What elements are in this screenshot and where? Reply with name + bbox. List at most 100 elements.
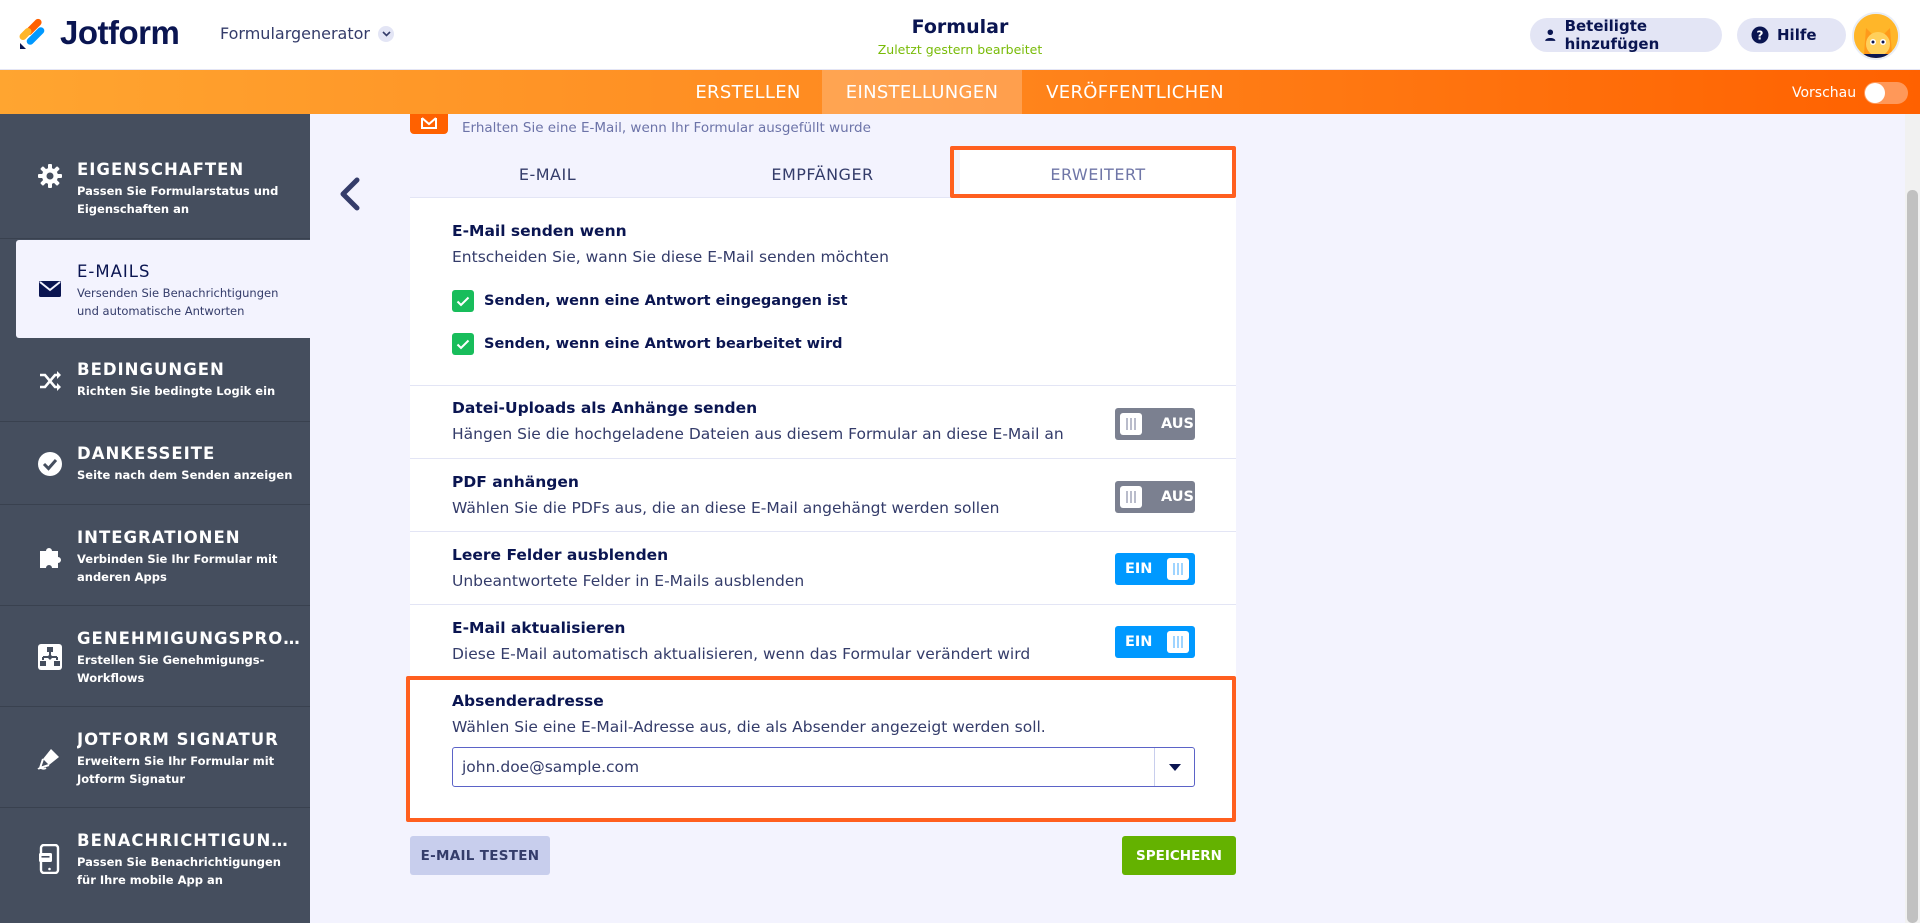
svg-text:?: ? — [1757, 29, 1764, 43]
sidebar-item-desc: Versenden Sie Benachrichtigungen und aut… — [77, 286, 279, 318]
email-notification-icon — [410, 114, 448, 134]
toggle-knob — [1120, 486, 1142, 508]
sidebar-item-jotform-signatur[interactable]: JOTFORM SIGNATUR Erweitern Sie Ihr Formu… — [0, 708, 310, 808]
sidebar-item-dankesseite[interactable]: DANKESSEITE Seite nach dem Senden anzeig… — [0, 423, 310, 505]
sidebar-item-bedingungen[interactable]: BEDINGUNGEN Richten Sie bedingte Logik e… — [0, 339, 310, 422]
send-on-edit-label: Senden, wenn eine Antwort bearbeitet wir… — [484, 336, 843, 352]
attach-pdf-section: PDF anhängen Wählen Sie die PDFs aus, di… — [410, 459, 1236, 532]
advanced-settings-panel: E-Mail senden wenn Entscheiden Sie, wann… — [410, 198, 1236, 820]
user-avatar[interactable] — [1852, 12, 1900, 60]
sidebar-item-benachrichtigungen[interactable]: BENACHRICHTIGUNGEN Passen Sie Benachrich… — [0, 809, 310, 909]
toggle-knob — [1120, 413, 1142, 435]
sidebar-item-integrationen[interactable]: INTEGRATIONEN Verbinden Sie Ihr Formular… — [0, 506, 310, 606]
user-icon — [1545, 29, 1556, 41]
builder-label: Formulargenerator — [220, 24, 370, 43]
add-participants-button[interactable]: Beteiligte hinzufügen — [1530, 17, 1722, 53]
attach-pdf-toggle[interactable]: AUS — [1115, 481, 1195, 513]
sidebar-item-desc: Passen Sie Benachrichtigungen für Ihre m… — [77, 855, 281, 887]
send-on-submit-label: Senden, wenn eine Antwort eingegangen is… — [484, 293, 848, 309]
chevron-down-icon — [378, 25, 394, 42]
envelope-icon — [36, 275, 64, 303]
sidebar-item-desc: Verbinden Sie Ihr Formular mit anderen A… — [77, 552, 278, 584]
hide-empty-fields-label: Leere Felder ausblenden — [452, 546, 669, 564]
update-email-section: E-Mail aktualisieren Diese E-Mail automa… — [410, 605, 1236, 678]
puzzle-icon — [36, 542, 64, 570]
help-label: Hilfe — [1777, 26, 1817, 44]
sidebar-item-title: DANKESSEITE — [77, 444, 216, 463]
sidebar-item-eigenschaften[interactable]: EIGENSCHAFTEN Passen Sie Formularstatus … — [0, 114, 310, 239]
sidebar-item-desc: Richten Sie bedingte Logik ein — [77, 384, 276, 398]
tab-erweitert[interactable]: ERWEITERT — [960, 150, 1236, 198]
toggle-state: AUS — [1161, 489, 1194, 505]
hide-empty-fields-toggle[interactable]: EIN — [1115, 553, 1195, 585]
sidebar-item-title: JOTFORM SIGNATUR — [77, 730, 279, 749]
send-when-desc: Entscheiden Sie, wann Sie diese E-Mail s… — [452, 248, 889, 266]
back-arrow-icon[interactable] — [337, 176, 363, 212]
question-circle-icon: ? — [1751, 26, 1769, 44]
sender-address-desc: Wählen Sie eine E-Mail-Adresse aus, die … — [452, 718, 1046, 736]
add-participants-label: Beteiligte hinzufügen — [1564, 17, 1660, 53]
builder-dropdown[interactable]: Formulargenerator — [220, 24, 394, 43]
main-nav: ERSTELLEN EINSTELLUNGEN VERÖFFENTLICHEN — [0, 70, 1920, 114]
gear-icon — [36, 162, 64, 190]
check-circle-icon — [36, 450, 64, 478]
sidebar-item-title: BENACHRICHTIGUNGEN — [77, 831, 302, 850]
avatar-icon — [1854, 14, 1898, 58]
attach-uploads-section: Datei-Uploads als Anhänge senden Hängen … — [410, 386, 1236, 459]
sidebar-item-desc: Passen Sie Formularstatus und Eigenschaf… — [77, 184, 279, 216]
toggle-state: EIN — [1125, 634, 1153, 650]
tab-einstellungen[interactable]: EINSTELLUNGEN — [822, 70, 1022, 114]
preview-label: Vorschau — [1792, 85, 1857, 101]
hide-empty-fields-desc: Unbeantwortete Felder in E-Mails ausblen… — [452, 572, 805, 590]
sender-address-label: Absenderadresse — [452, 692, 604, 710]
sidebar-item-title: INTEGRATIONEN — [77, 528, 241, 547]
send-on-submit-option[interactable]: Senden, wenn eine Antwort eingegangen is… — [452, 290, 848, 312]
email-tabs: E-MAIL EMPFÄNGER ERWEITERT — [410, 150, 1236, 198]
flowchart-icon — [36, 643, 64, 671]
preview-toggle[interactable]: Vorschau — [1792, 82, 1909, 104]
sidebar-item-desc: Seite nach dem Senden anzeigen — [77, 468, 293, 482]
email-panel-header: Erhalten Sie eine E-Mail, wenn Ihr Formu… — [410, 114, 1236, 150]
logo-text: Jotform — [60, 14, 180, 51]
sidebar-item-desc: Erweitern Sie Ihr Formular mit Jotform S… — [77, 754, 275, 786]
sidebar-item-genehmigungsprozesse[interactable]: GENEHMIGUNGSPROZE... Erstellen Sie Geneh… — [0, 607, 310, 707]
sidebar-item-title: GENEHMIGUNGSPROZE... — [77, 629, 302, 648]
top-header: Jotform Formulargenerator Formular Zulet… — [0, 0, 1920, 70]
email-panel-desc: Erhalten Sie eine E-Mail, wenn Ihr Formu… — [462, 120, 871, 136]
tab-erstellen[interactable]: ERSTELLEN — [678, 70, 818, 114]
sender-address-value: john.doe@sample.com — [462, 758, 640, 776]
jotform-logo-icon — [19, 18, 45, 49]
sidebar-item-desc: Erstellen Sie Genehmigungs-Workflows — [77, 653, 265, 685]
checkbox-checked-icon[interactable] — [452, 333, 474, 355]
settings-sidebar: EIGENSCHAFTEN Passen Sie Formularstatus … — [0, 114, 310, 923]
hide-empty-fields-section: Leere Felder ausblenden Unbeantwortete F… — [410, 532, 1236, 605]
save-button[interactable]: SPEICHERN — [1122, 836, 1236, 875]
preview-switch[interactable] — [1864, 82, 1909, 104]
send-on-edit-option[interactable]: Senden, wenn eine Antwort bearbeitet wir… — [452, 333, 843, 355]
attach-uploads-desc: Hängen Sie die hochgeladene Dateien aus … — [452, 425, 1064, 443]
sidebar-item-title: BEDINGUNGEN — [77, 360, 225, 379]
sidebar-item-emails[interactable]: E-MAILS Versenden Sie Benachrichtigungen… — [16, 240, 310, 338]
attach-uploads-label: Datei-Uploads als Anhänge senden — [452, 399, 758, 417]
attach-uploads-toggle[interactable]: AUS — [1115, 408, 1195, 440]
caret-down-icon[interactable] — [1154, 748, 1194, 786]
tab-email[interactable]: E-MAIL — [410, 150, 685, 198]
scrollbar-thumb[interactable] — [1907, 190, 1918, 923]
sidebar-item-title: EIGENSCHAFTEN — [77, 160, 245, 179]
tab-veroeffentlichen[interactable]: VERÖFFENTLICHEN — [1030, 70, 1240, 114]
update-email-label: E-Mail aktualisieren — [452, 619, 626, 637]
attach-pdf-desc: Wählen Sie die PDFs aus, die an diese E-… — [452, 499, 1000, 517]
attach-pdf-label: PDF anhängen — [452, 473, 579, 491]
sender-address-select[interactable]: john.doe@sample.com — [452, 747, 1195, 787]
toggle-state: AUS — [1161, 416, 1194, 432]
tab-empfaenger[interactable]: EMPFÄNGER — [685, 150, 960, 198]
test-email-button[interactable]: E-MAIL TESTEN — [410, 836, 550, 875]
toggle-knob — [1167, 631, 1190, 653]
help-button[interactable]: ? Hilfe — [1737, 18, 1846, 52]
shuffle-icon — [36, 367, 64, 395]
checkbox-checked-icon[interactable] — [452, 290, 474, 312]
jotform-logo[interactable]: Jotform — [18, 14, 180, 52]
update-email-toggle[interactable]: EIN — [1115, 626, 1195, 658]
sidebar-item-title: E-MAILS — [77, 262, 151, 281]
toggle-knob — [1167, 558, 1190, 580]
